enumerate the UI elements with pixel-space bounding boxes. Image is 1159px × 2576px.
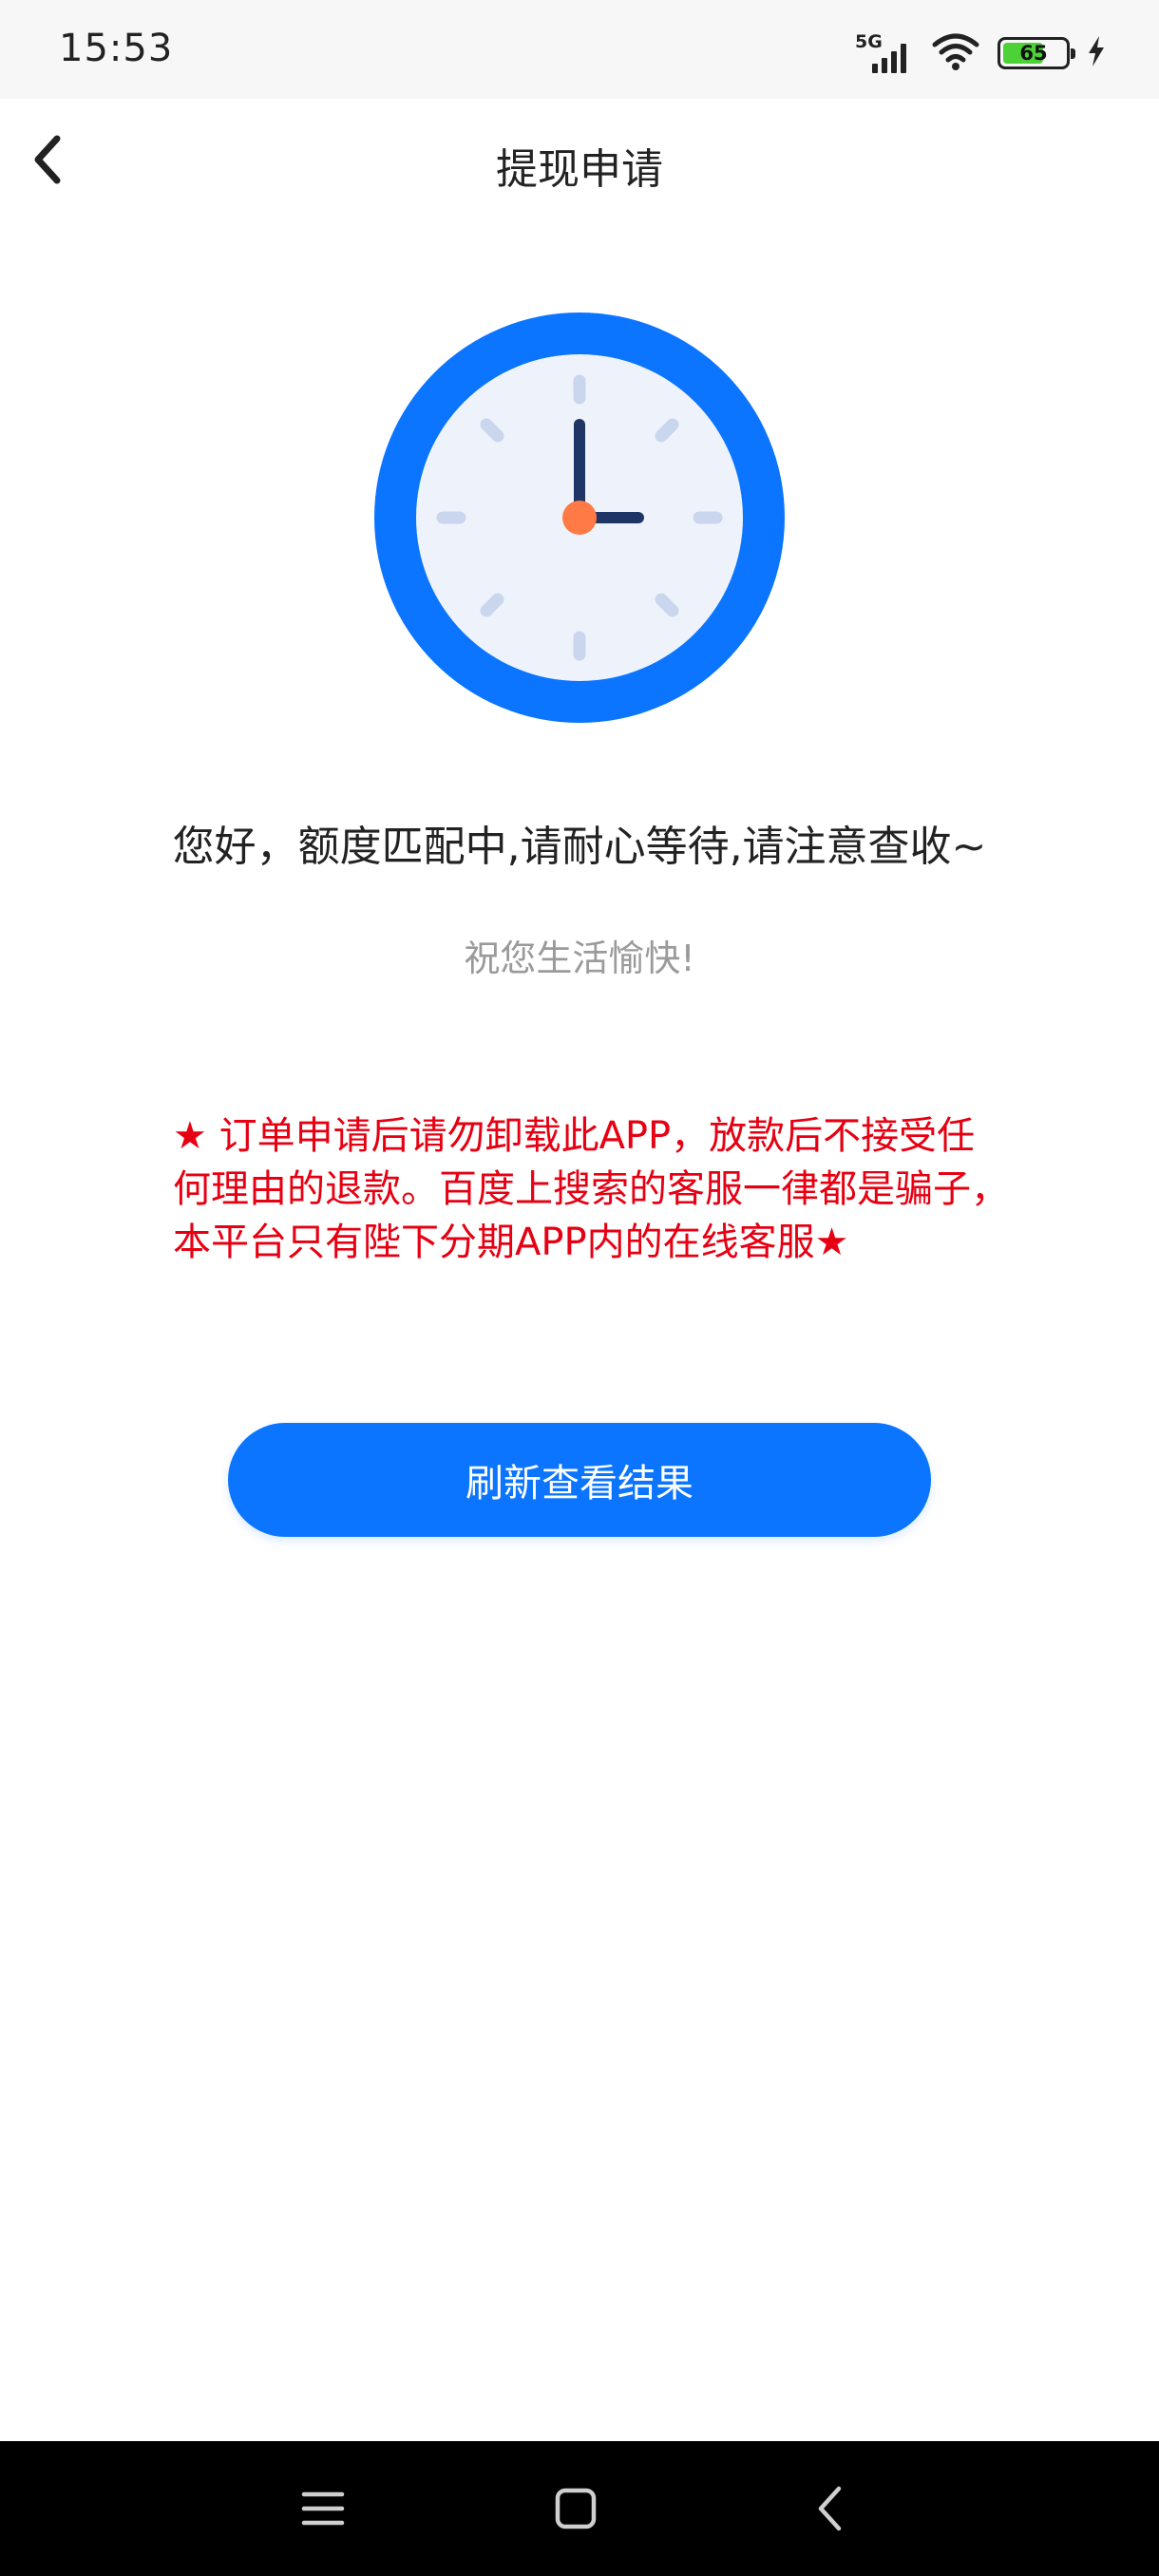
- clock-icon: [372, 311, 787, 725]
- status-message: 您好，额度匹配中,请耐心等待,请注意查收~: [172, 823, 987, 871]
- status-time: 15:53: [59, 27, 174, 70]
- battery-level: 65: [1019, 42, 1048, 65]
- greeting-message: 祝您生活愉快!: [464, 938, 695, 979]
- menu-icon: [301, 2491, 345, 2526]
- system-navigation-bar: [0, 2441, 1159, 2576]
- menu-button[interactable]: [290, 2475, 356, 2542]
- nav-bar: 提现申请: [0, 99, 1159, 222]
- back-icon: [818, 2486, 842, 2531]
- status-icons: 5G 65: [855, 28, 1106, 78]
- page-title: 提现申请: [496, 145, 663, 194]
- home-icon: [555, 2488, 597, 2529]
- home-button[interactable]: [542, 2475, 609, 2542]
- wifi-icon: [931, 31, 980, 75]
- battery-icon: 65: [998, 37, 1075, 69]
- status-bar: 15:53 5G 65: [0, 0, 1159, 99]
- refresh-result-button[interactable]: 刷新查看结果: [228, 1423, 931, 1537]
- charging-icon: [1087, 35, 1106, 71]
- system-back-button[interactable]: [796, 2475, 863, 2542]
- cellular-signal-icon: 5G: [855, 31, 914, 75]
- screen: 15:53 5G 65 提现申请 您好，额度匹配中,请耐心等待,请注意查收~ 祝…: [0, 0, 1159, 2576]
- warning-notice: ★ 订单申请后请勿卸载此APP，放款后不接受任何理由的退款。百度上搜索的客服一律…: [173, 1114, 1009, 1264]
